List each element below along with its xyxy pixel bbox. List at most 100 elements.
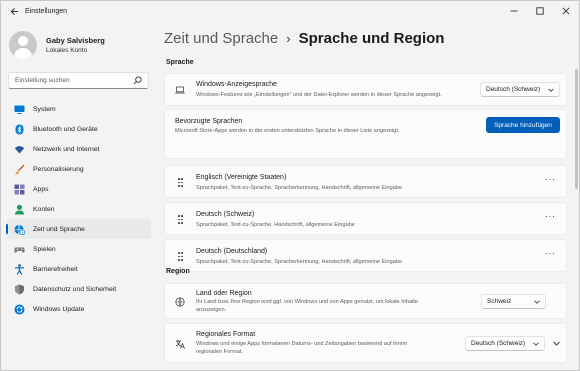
settings-window: Einstellungen Gaby Salvisberg Lokales Ko… (0, 0, 580, 371)
person-icon (14, 204, 25, 215)
language-features: Sprachpaket, Text-zu-Sprache, Spracherke… (196, 185, 403, 191)
update-icon (14, 304, 25, 315)
sidebar-item-time-language[interactable]: Zeit und Sprache (6, 219, 151, 239)
maximize-icon (536, 7, 544, 15)
regional-format-description-line: Windows und einige Apps formatieren Datu… (196, 341, 408, 347)
brush-icon (14, 164, 25, 175)
search-input[interactable]: Einstellung suchen (8, 72, 149, 89)
regional-format-description: Windows und einige Apps formatieren Datu… (196, 341, 407, 356)
regional-format-card[interactable]: Regionales Format Windows und einige App… (164, 323, 567, 363)
preferred-languages-title: Bevorzugte Sprachen (175, 118, 243, 125)
sidebar: Gaby Salvisberg Lokales Konto Einstellun… (1, 21, 156, 371)
country-region-title: Land oder Region (196, 290, 252, 297)
regional-format-dropdown[interactable]: Deutsch (Schweiz) (465, 336, 545, 351)
regional-format-title: Regionales Format (196, 331, 256, 338)
title-bar: Einstellungen (1, 1, 579, 21)
back-button[interactable] (5, 2, 23, 20)
display-language-value: Deutsch (Schweiz) (486, 86, 541, 93)
country-region-value: Schweiz (487, 298, 512, 305)
sidebar-item-accessibility[interactable]: Barrierefreiheit (6, 259, 151, 279)
more-options-button[interactable]: ··· (545, 211, 556, 221)
sidebar-item-label: Konten (33, 205, 55, 213)
drag-handle-icon[interactable] (178, 215, 183, 224)
sidebar-item-label: Bluetooth und Geräte (33, 125, 98, 133)
search-placeholder: Einstellung suchen (15, 77, 70, 84)
gamepad-icon (14, 244, 25, 255)
sidebar-item-accounts[interactable]: Konten (6, 199, 151, 219)
language-row: Deutsch (Schweiz) Sprachpaket, Text-zu-S… (164, 202, 567, 235)
language-features: Sprachpaket, Text-zu-Sprache, Spracherke… (196, 259, 403, 265)
scrollbar[interactable] (575, 69, 578, 189)
apps-icon (14, 184, 25, 195)
sidebar-item-network[interactable]: Netzwerk und Internet (6, 139, 151, 159)
search-icon (133, 76, 142, 85)
language-name: Deutsch (Schweiz) (196, 211, 255, 218)
minimize-button[interactable] (501, 1, 527, 21)
chevron-down-icon (534, 300, 540, 304)
window-controls (501, 1, 579, 21)
sidebar-item-privacy[interactable]: Datenschutz und Sicherheit (6, 279, 151, 299)
minimize-icon (510, 10, 518, 12)
sidebar-item-apps[interactable]: Apps (6, 179, 151, 199)
language-row: Deutsch (Deutschland) Sprachpaket, Text-… (164, 239, 567, 272)
preferred-languages-card: Bevorzugte Sprachen Microsoft Store-Apps… (164, 109, 567, 159)
language-features: Sprachpaket, Text-zu-Sprache, Handschrif… (196, 222, 355, 228)
laptop-icon (175, 86, 185, 94)
sidebar-item-bluetooth[interactable]: Bluetooth und Geräte (6, 119, 151, 139)
sidebar-item-label: Spielen (33, 245, 56, 253)
main-content: Zeit und Sprache › Sprache und Region Sp… (164, 21, 579, 371)
display-language-description: Windows-Features wie „Einstellungen“ und… (196, 92, 442, 98)
sidebar-item-system[interactable]: System (6, 99, 151, 119)
avatar (9, 31, 37, 59)
close-button[interactable] (553, 1, 579, 21)
sidebar-item-label: Personalisierung (33, 165, 84, 173)
drag-handle-icon[interactable] (178, 252, 183, 261)
sidebar-nav: System Bluetooth und Geräte Netzwerk und… (6, 99, 151, 319)
language-name: Deutsch (Deutschland) (196, 248, 268, 255)
preferred-languages-description: Microsoft Store-Apps werden in der erste… (175, 128, 400, 134)
maximize-button[interactable] (527, 1, 553, 21)
sidebar-item-label: Barrierefreiheit (33, 265, 78, 273)
regional-format-icon (175, 340, 185, 349)
breadcrumb-parent[interactable]: Zeit und Sprache (164, 30, 278, 47)
bluetooth-icon (14, 124, 25, 135)
monitor-icon (14, 104, 25, 115)
more-options-button[interactable]: ··· (545, 174, 556, 184)
sidebar-item-windows-update[interactable]: Windows Update (6, 299, 151, 319)
chevron-down-icon (533, 342, 539, 346)
regional-format-description-line: regionalen Format. (196, 348, 243, 355)
section-title-language: Sprache (166, 59, 194, 66)
back-arrow-icon (10, 7, 18, 15)
country-region-dropdown[interactable]: Schweiz (481, 294, 546, 309)
sidebar-item-label: System (33, 105, 56, 113)
account-type: Lokales Konto (46, 47, 88, 54)
sidebar-item-personalization[interactable]: Personalisierung (6, 159, 151, 179)
app-title: Einstellungen (25, 7, 68, 15)
sidebar-item-label: Windows Update (33, 305, 85, 313)
language-name: Englisch (Vereinigte Staaten) (196, 174, 287, 181)
sidebar-item-label: Apps (33, 185, 49, 193)
country-region-description: Ihr Land bzw. Ihre Region wird ggf. von … (196, 299, 418, 314)
wifi-icon (14, 144, 25, 155)
display-language-title: Windows-Anzeigesprache (196, 81, 277, 88)
user-name: Gaby Salvisberg (46, 36, 105, 45)
more-options-button[interactable]: ··· (545, 248, 556, 258)
country-region-card: Land oder Region Ihr Land bzw. Ihre Regi… (164, 283, 567, 319)
expand-chevron-icon[interactable] (553, 341, 560, 346)
user-profile[interactable]: Gaby Salvisberg Lokales Konto (9, 31, 105, 59)
regional-format-value: Deutsch (Schweiz) (471, 340, 526, 347)
drag-handle-icon[interactable] (178, 178, 183, 187)
accessibility-icon (14, 263, 25, 275)
section-title-region: Region (166, 268, 190, 275)
breadcrumb-separator: › (286, 31, 291, 46)
breadcrumb: Zeit und Sprache › Sprache und Region (164, 30, 444, 47)
close-icon (562, 7, 570, 15)
chevron-down-icon (548, 88, 554, 92)
add-language-button[interactable]: Sprache hinzufügen (486, 117, 560, 133)
globe-icon (175, 297, 185, 307)
page-title: Sprache und Region (298, 30, 445, 47)
display-language-dropdown[interactable]: Deutsch (Schweiz) (480, 82, 560, 97)
country-region-description-line: anzuzeigen. (196, 306, 227, 313)
sidebar-item-label: Netzwerk und Internet (33, 145, 100, 153)
sidebar-item-gaming[interactable]: Spielen (6, 239, 151, 259)
